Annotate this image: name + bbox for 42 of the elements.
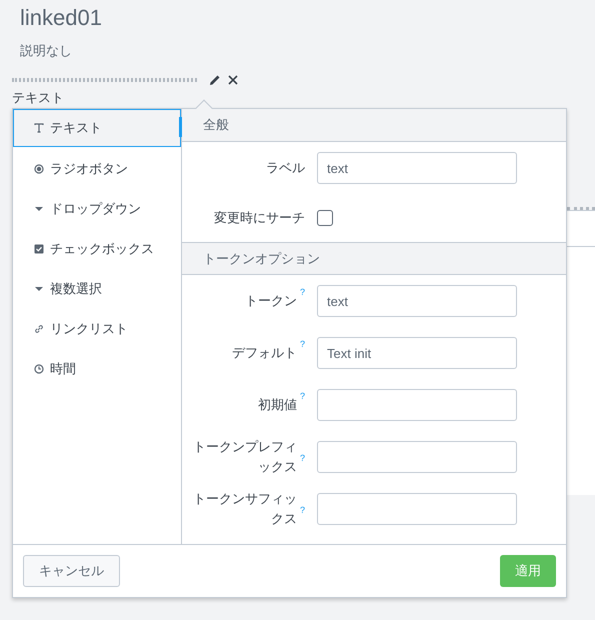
type-option[interactable]: リンクリスト xyxy=(13,309,181,349)
type-option[interactable]: ラジオボタン xyxy=(13,149,181,189)
help-link[interactable]: ? xyxy=(300,390,305,400)
radio-icon xyxy=(34,164,44,174)
field-label: 変更時にサーチ xyxy=(214,209,305,227)
help-link[interactable]: ? xyxy=(300,338,305,348)
link-icon xyxy=(34,324,44,334)
help-link[interactable]: ? xyxy=(300,286,305,296)
input-field[interactable]: text xyxy=(317,152,517,184)
cancel-button[interactable]: キャンセル xyxy=(23,555,120,587)
input-field[interactable] xyxy=(317,389,517,421)
caret-icon xyxy=(34,206,44,212)
input-field[interactable] xyxy=(317,441,517,473)
section-header: 全般 xyxy=(182,109,566,142)
checkbox[interactable] xyxy=(317,210,333,226)
field-label: ラベル xyxy=(266,159,305,177)
field-label: デフォルト xyxy=(232,344,297,362)
caret-icon xyxy=(34,286,44,292)
input-field[interactable]: Text init xyxy=(317,337,517,369)
type-option[interactable]: 時間 xyxy=(13,349,181,389)
drag-handle[interactable] xyxy=(12,78,197,82)
pencil-icon[interactable] xyxy=(209,74,221,86)
help-link[interactable]: ? xyxy=(300,504,305,514)
field-label: トークンサフィックス xyxy=(192,490,297,528)
field-label: 初期値 xyxy=(258,396,297,414)
close-icon[interactable] xyxy=(228,75,238,85)
checkbox-icon xyxy=(34,244,44,254)
type-option[interactable]: ドロップダウン xyxy=(13,189,181,229)
input-field[interactable] xyxy=(317,493,517,525)
dashboard-description: 説明なし xyxy=(20,42,73,60)
field-label: トークン xyxy=(244,292,297,310)
input-label: テキスト xyxy=(12,90,64,106)
field-label: トークンプレフィックス xyxy=(192,438,297,476)
help-link[interactable]: ? xyxy=(300,452,305,462)
type-option[interactable]: チェックボックス xyxy=(13,229,181,269)
type-option[interactable]: テキスト xyxy=(13,109,181,147)
type-option[interactable]: 複数選択 xyxy=(13,269,181,309)
section-header: トークンオプション xyxy=(182,242,566,275)
input-field[interactable]: text xyxy=(317,285,517,317)
text-type-icon xyxy=(34,123,44,133)
dashboard-title: linked01 xyxy=(20,4,103,32)
clock-icon xyxy=(34,364,44,374)
